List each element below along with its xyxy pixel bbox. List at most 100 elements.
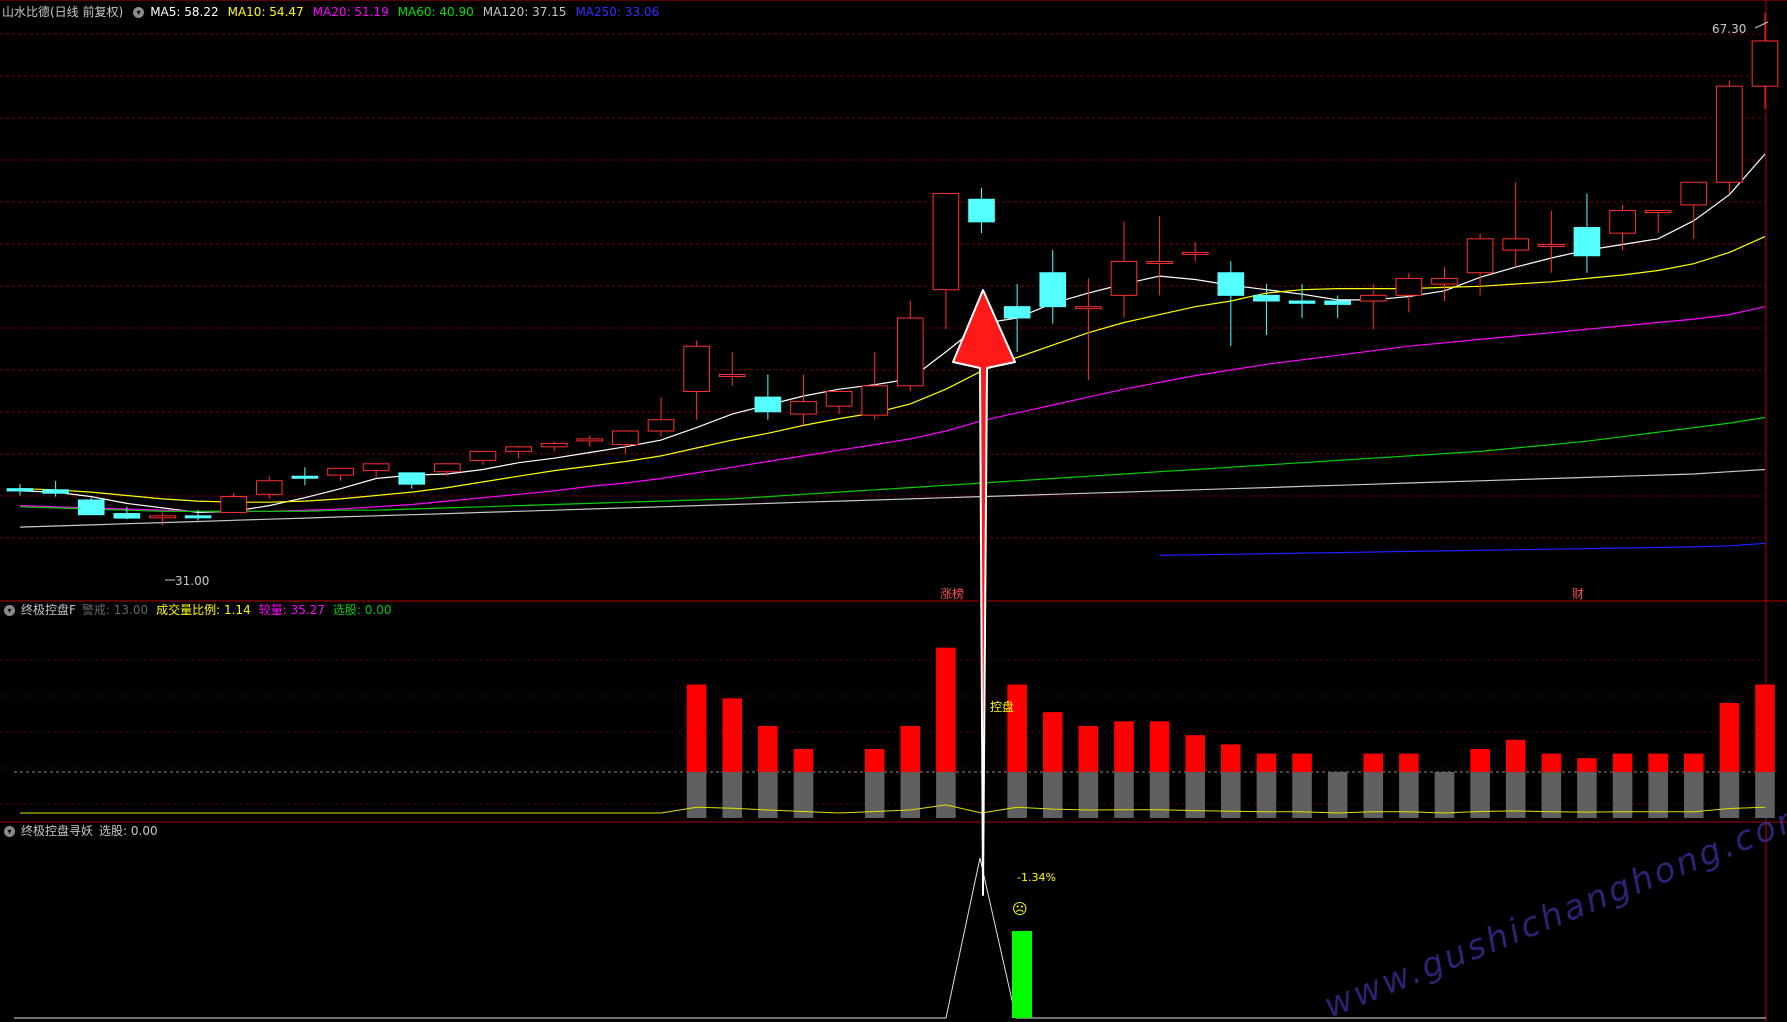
panel1-red-bar xyxy=(686,684,707,772)
panel2-legend-item: 选股: 0.00 xyxy=(99,824,158,838)
candle-body xyxy=(968,198,995,223)
panel2-title: 终极控盘寻妖 xyxy=(21,824,94,838)
panel1-red-bar xyxy=(1505,739,1526,772)
panel1-red-bar xyxy=(1541,753,1562,772)
candle xyxy=(77,497,105,516)
main-toggle-icon[interactable]: ▾ xyxy=(133,6,145,18)
candle-body xyxy=(398,472,426,485)
panel2-toggle-icon[interactable]: ▾ xyxy=(4,825,15,837)
candle xyxy=(1502,182,1530,268)
panel2-legend: 选股: 0.00 xyxy=(99,821,158,841)
panel1-red-bar xyxy=(1719,702,1740,772)
candle-body xyxy=(1003,306,1031,319)
ma-legend-item: MA5: 58.22 xyxy=(150,5,219,19)
panel1-gray-bar xyxy=(900,772,921,818)
panel1-legend-item: 警戒: 13.00 xyxy=(81,603,149,617)
panel1-gray-bar xyxy=(1042,772,1063,818)
candle-body xyxy=(77,499,105,516)
candle xyxy=(1039,250,1067,324)
candle xyxy=(1716,80,1743,194)
panel1-toggle-icon[interactable]: ▾ xyxy=(4,604,15,616)
panel1-red-bar xyxy=(1185,735,1205,772)
panel1-gray-bar xyxy=(722,772,743,818)
panel1-legend-item: 选股: 0.00 xyxy=(332,603,392,617)
candle-body xyxy=(1075,306,1102,310)
candle xyxy=(1538,210,1565,273)
candle-body xyxy=(42,489,69,494)
candle xyxy=(1075,278,1102,381)
candle xyxy=(505,445,532,459)
candle xyxy=(1680,181,1708,239)
candle-body xyxy=(220,496,247,513)
moving-average-lines xyxy=(19,153,1766,556)
price-low-label: 31.00 xyxy=(175,574,209,588)
zhangting-marker: 涨榜 xyxy=(940,586,964,601)
panel1-red-bar xyxy=(1007,684,1027,772)
panel1-gray-bar xyxy=(758,772,778,818)
candle xyxy=(1431,267,1458,301)
ma-legend-item: MA60: 40.90 xyxy=(397,5,474,19)
candle-body xyxy=(505,446,532,452)
candle-body xyxy=(576,438,604,442)
panel1-gray-bar xyxy=(686,772,707,818)
stock-chart[interactable]: 67.30 31.00 涨榜 财 控盘 -1.34% ☹ www.gushich… xyxy=(0,0,1787,1022)
candle-body xyxy=(790,401,817,415)
ma250-line xyxy=(1159,542,1766,556)
candle xyxy=(1573,193,1601,273)
candle xyxy=(291,467,319,486)
panel1-gray-bar xyxy=(1541,772,1562,818)
candle-body xyxy=(1466,238,1494,274)
candle-body xyxy=(1395,277,1423,296)
ma60-line xyxy=(19,416,1766,512)
panel1-gray-bar xyxy=(1007,772,1027,818)
candle-body xyxy=(255,480,283,495)
panel1-gray-bar xyxy=(1719,772,1740,818)
candle xyxy=(469,450,497,465)
ma10-line xyxy=(19,236,1766,503)
candle-body xyxy=(1324,300,1351,305)
panel1-gray-bar xyxy=(1399,772,1419,818)
candle xyxy=(612,430,639,454)
panel1-gray-bar xyxy=(1149,772,1170,818)
price-high-label: 67.30 xyxy=(1712,22,1746,36)
candle-body xyxy=(434,463,461,473)
candle-body xyxy=(1716,85,1743,183)
candle-body xyxy=(754,396,782,413)
panel1-red-bar xyxy=(793,748,814,772)
candle-body xyxy=(647,419,675,432)
candle xyxy=(825,390,853,415)
candle xyxy=(968,187,995,234)
ma5-line xyxy=(19,153,1766,514)
candle xyxy=(861,351,889,420)
panel1-legend-item: 较量: 35.27 xyxy=(258,603,325,617)
candle xyxy=(683,340,710,420)
kongpan-signal-label: 控盘 xyxy=(990,699,1014,714)
candle-body xyxy=(540,442,568,448)
panel1-red-bar xyxy=(936,647,956,772)
panel1-legend-item: 成交量比例: 1.14 xyxy=(156,603,251,617)
candle xyxy=(255,476,283,499)
panel1-red-bar xyxy=(1399,753,1419,772)
panel1-red-bar xyxy=(1363,753,1384,772)
candle xyxy=(1181,242,1209,262)
candle-body xyxy=(1110,260,1138,296)
candle-body xyxy=(1609,210,1636,234)
panel1-red-bar xyxy=(722,698,743,772)
candle-body xyxy=(1181,251,1209,255)
watermark: www.gushichanghong.com xyxy=(1318,793,1787,1022)
candle xyxy=(718,351,746,386)
panel1-red-bar xyxy=(1648,753,1668,772)
ma-legend: MA5: 58.22 MA10: 54.47 MA20: 51.19 MA60: 40… xyxy=(150,2,659,22)
panel1-gray-bar xyxy=(936,772,956,818)
candlestick-series[interactable] xyxy=(6,12,1779,581)
ma-legend-item: MA250: 33.06 xyxy=(575,5,660,19)
panel2-header: ▾ 终极控盘寻妖 选股: 0.00 xyxy=(0,821,158,841)
candle-body xyxy=(612,430,639,446)
candle-body xyxy=(113,513,141,519)
panel1-red-bar xyxy=(1149,721,1170,772)
panel1-title: 终极控盘F xyxy=(21,603,76,617)
panel1-red-bar xyxy=(1612,753,1633,772)
ma-legend-item: MA120: 37.15 xyxy=(482,5,567,19)
panel1-gray-bar xyxy=(1292,772,1312,818)
candle-body xyxy=(896,317,924,387)
